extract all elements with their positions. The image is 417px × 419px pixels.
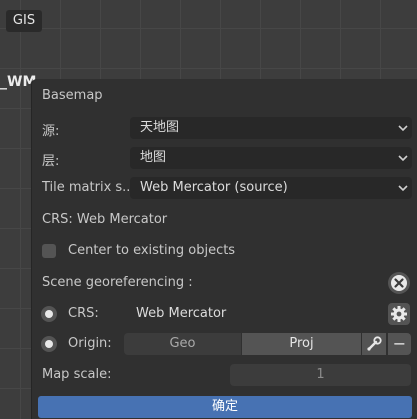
- dialog-title: Basemap: [42, 88, 103, 103]
- crs-radio[interactable]: [41, 306, 57, 322]
- close-icon: [391, 275, 407, 291]
- confirm-button[interactable]: 确定: [38, 396, 412, 418]
- origin-proj-button[interactable]: Proj: [242, 333, 361, 355]
- eyedropper-icon: [367, 336, 382, 351]
- origin-geo-button[interactable]: Geo: [124, 333, 241, 355]
- origin-remove-button[interactable]: −: [388, 333, 411, 355]
- layer-value: 地图: [140, 150, 167, 165]
- origin-label: Origin:: [68, 336, 112, 351]
- remove-georef-button[interactable]: [388, 272, 410, 294]
- chevron-down-icon: [398, 125, 408, 132]
- source-dropdown[interactable]: 天地图: [130, 117, 412, 139]
- layer-label: 层:: [42, 154, 60, 169]
- origin-pick-button[interactable]: [362, 333, 386, 355]
- crs-info-text: CRS: Web Mercator: [42, 212, 168, 227]
- layer-dropdown[interactable]: 地图: [130, 147, 412, 169]
- gis-menu-button[interactable]: GIS: [6, 10, 42, 32]
- object-name-label: _WM: [0, 74, 37, 90]
- crs-value: Web Mercator: [136, 306, 227, 321]
- map-scale-field[interactable]: 1: [230, 364, 411, 386]
- tile-matrix-label: Tile matrix s...: [42, 180, 135, 195]
- basemap-dialog: Basemap 源: 天地图 层: 地图 Tile matrix s... We…: [32, 79, 417, 419]
- gear-icon: [391, 306, 407, 322]
- scene-georef-label: Scene georeferencing :: [42, 275, 193, 290]
- chevron-down-icon: [398, 185, 408, 192]
- map-scale-row: Map scale: 1: [32, 364, 417, 386]
- origin-radio[interactable]: [41, 336, 57, 352]
- crs-label: CRS:: [68, 306, 99, 321]
- source-value: 天地图: [140, 120, 180, 135]
- chevron-down-icon: [398, 155, 408, 162]
- map-scale-label: Map scale:: [42, 367, 112, 382]
- center-checkbox[interactable]: [42, 244, 56, 258]
- tile-matrix-dropdown[interactable]: Web Mercator (source): [130, 177, 412, 199]
- tile-matrix-value: Web Mercator (source): [140, 180, 288, 195]
- crs-settings-button[interactable]: [388, 303, 410, 325]
- center-checkbox-row[interactable]: Center to existing objects: [32, 242, 417, 262]
- center-checkbox-label: Center to existing objects: [68, 243, 236, 258]
- origin-row: Origin: Geo Proj −: [32, 333, 417, 355]
- source-label: 源:: [42, 124, 60, 139]
- scene-georef-row: Scene georeferencing :: [32, 272, 417, 296]
- crs-row: CRS: Web Mercator: [32, 303, 417, 327]
